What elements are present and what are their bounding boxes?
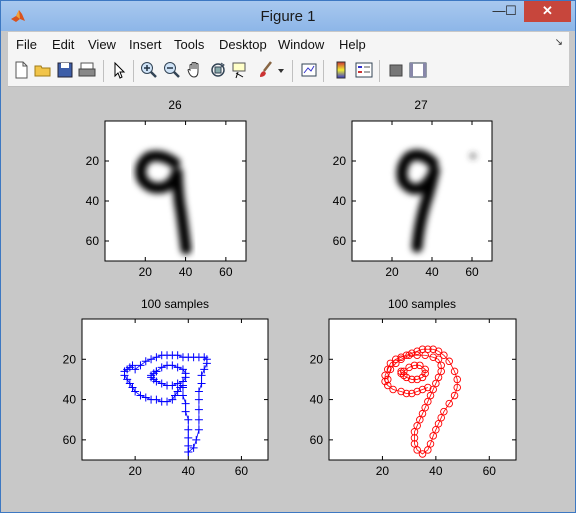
brush-icon[interactable]: [256, 60, 276, 80]
x-tick-label: 20: [385, 265, 399, 279]
link-plot-icon[interactable]: [299, 60, 319, 80]
dock-arrow-icon[interactable]: ↘: [555, 37, 563, 48]
save-icon[interactable]: [55, 60, 75, 80]
figure-canvas: 26 20 40 60 20 40 60 27 20 40 60 20 40 60 100 samp…: [9, 87, 569, 505]
x-tick-label: 20: [128, 464, 142, 478]
plot-area: [82, 319, 268, 460]
y-tick-label: 60: [63, 433, 77, 447]
toolbar-separator: [323, 60, 324, 82]
axes-title: 100 samples: [141, 297, 209, 311]
y-tick-label: 20: [63, 352, 77, 366]
x-tick-label: 60: [465, 265, 479, 279]
brush-dropdown-icon[interactable]: [276, 60, 286, 80]
title-bar[interactable]: Figure 1 — ☐ ✕: [1, 1, 575, 31]
menu-desktop[interactable]: Desktop: [219, 37, 267, 52]
menu-edit[interactable]: Edit: [52, 37, 74, 52]
rotate-3d-icon[interactable]: [208, 60, 228, 80]
menu-insert[interactable]: Insert: [129, 37, 162, 52]
toolbar-separator: [133, 60, 134, 82]
menu-help[interactable]: Help: [339, 37, 366, 52]
pan-hand-icon[interactable]: [185, 60, 205, 80]
open-file-icon[interactable]: [33, 60, 53, 80]
colorbar-icon[interactable]: [331, 60, 351, 80]
axes-red-samples[interactable]: 100 samples 20 40 60 20 40 60: [310, 297, 517, 478]
close-button[interactable]: ✕: [524, 1, 571, 22]
x-tick-label: 40: [429, 464, 443, 478]
y-tick-label: 20: [310, 352, 324, 366]
x-tick-label: 60: [483, 464, 497, 478]
zoom-in-icon[interactable]: [139, 60, 159, 80]
y-tick-label: 60: [310, 433, 324, 447]
figure-toolbar: [8, 56, 569, 87]
x-tick-label: 20: [376, 464, 390, 478]
show-plot-tools-icon[interactable]: [408, 60, 428, 80]
y-tick-label: 20: [333, 154, 347, 168]
axes-image-27[interactable]: 27 20 40 60 20 40 60: [333, 98, 493, 279]
menu-file[interactable]: File: [16, 37, 37, 52]
x-tick-label: 40: [179, 265, 193, 279]
x-tick-label: 60: [219, 265, 233, 279]
x-tick-label: 40: [182, 464, 196, 478]
menu-view[interactable]: View: [88, 37, 116, 52]
legend-icon[interactable]: [354, 60, 374, 80]
y-tick-label: 40: [63, 393, 77, 407]
x-tick-label: 40: [425, 265, 439, 279]
y-tick-label: 40: [333, 194, 347, 208]
print-icon[interactable]: [77, 60, 97, 80]
y-tick-label: 60: [333, 234, 347, 248]
axes-image-26[interactable]: 26 20 40 60 20 40 60: [86, 98, 247, 279]
menu-bar: File Edit View Insert Tools Desktop Wind…: [8, 32, 569, 56]
new-figure-icon[interactable]: [11, 60, 31, 80]
axes-title: 100 samples: [388, 297, 456, 311]
y-tick-label: 20: [86, 154, 100, 168]
toolbar-separator: [292, 60, 293, 82]
toolbar-separator: [379, 60, 380, 82]
y-tick-label: 40: [86, 194, 100, 208]
edit-plot-arrow-icon[interactable]: [109, 60, 129, 80]
hide-plot-tools-icon[interactable]: [386, 60, 406, 80]
zoom-out-icon[interactable]: [162, 60, 182, 80]
data-cursor-icon[interactable]: [231, 60, 251, 80]
y-tick-label: 60: [86, 234, 100, 248]
toolbar-separator: [103, 60, 104, 82]
axes-title: 27: [414, 98, 428, 112]
maximize-button[interactable]: ☐: [498, 1, 524, 22]
axes-title: 26: [168, 98, 182, 112]
y-tick-label: 40: [310, 393, 324, 407]
figure-window: Figure 1 — ☐ ✕ File Edit View Insert Too…: [0, 0, 576, 513]
x-tick-label: 20: [139, 265, 153, 279]
x-tick-label: 60: [235, 464, 249, 478]
axes-blue-samples[interactable]: 100 samples 20 40 60 20 40 60: [63, 297, 269, 478]
menu-window[interactable]: Window: [278, 37, 324, 52]
menu-tools[interactable]: Tools: [174, 37, 204, 52]
